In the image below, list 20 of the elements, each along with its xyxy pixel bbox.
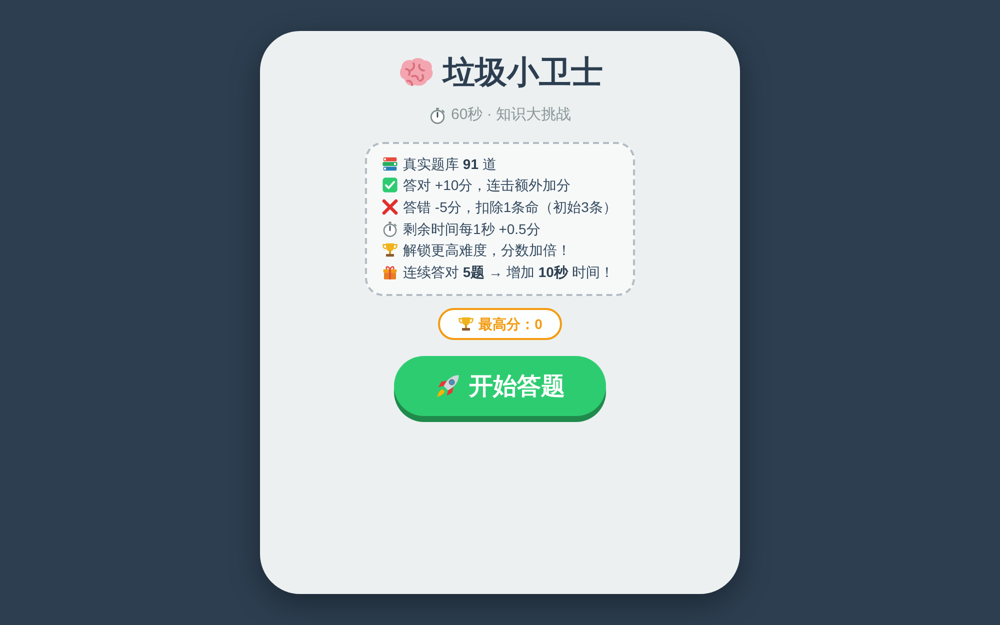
rule-text: 答对 +10分，连击额外加分	[403, 176, 571, 196]
best-score-text: 最高分：0	[478, 314, 542, 333]
rule-text: 答错 -5分，扣除1条命（初始3条）	[403, 198, 617, 217]
rule-text: 剩余时间每1秒 +0.5分	[403, 220, 540, 239]
brain-icon	[397, 56, 433, 88]
rule-text: 真实题库 91 道	[403, 154, 496, 174]
app-title: 垃圾小卫士	[443, 53, 603, 92]
rocket-icon	[435, 372, 461, 399]
book-stack-icon	[382, 156, 398, 172]
trophy-icon	[382, 242, 398, 258]
start-button[interactable]: 开始答题	[394, 356, 606, 416]
rule-text: 解锁更高难度，分数加倍！	[403, 241, 572, 260]
subtitle: 60秒 · 知识大挑战	[450, 105, 571, 125]
cross-icon	[382, 198, 398, 215]
trophy-icon	[458, 316, 474, 332]
stopwatch-icon	[382, 220, 398, 237]
stopwatch-icon	[428, 106, 446, 124]
rule-text: 连续答对 5题 → 增加 10秒 时间！	[403, 262, 614, 282]
gift-icon	[382, 264, 398, 280]
check-icon	[382, 177, 398, 194]
